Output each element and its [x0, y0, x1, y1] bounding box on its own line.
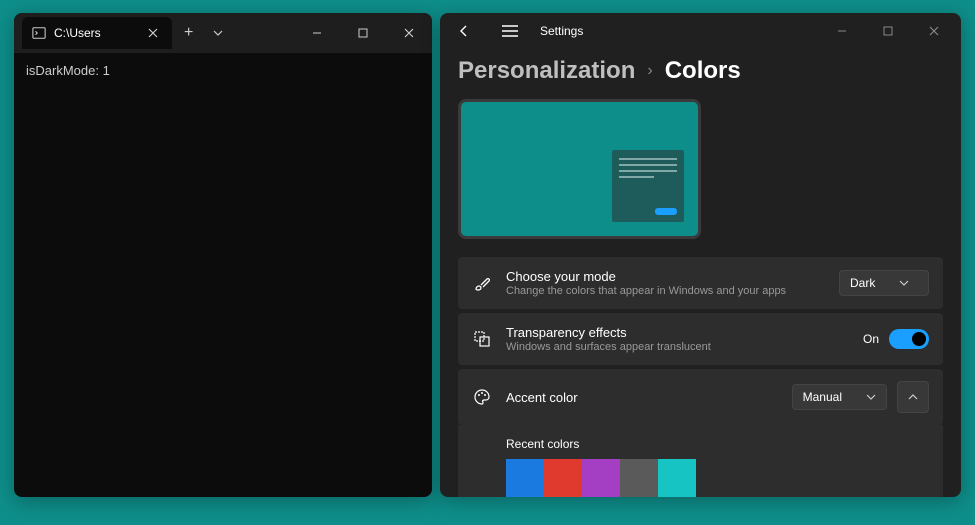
terminal-line: isDarkMode: 1 — [26, 63, 420, 78]
transparency-toggle-state: On — [863, 332, 879, 346]
color-swatch[interactable] — [620, 459, 658, 497]
brush-icon — [472, 273, 492, 293]
accent-dropdown-value: Manual — [803, 390, 842, 404]
terminal-tab-title: C:\Users — [54, 26, 136, 40]
terminal-tab[interactable]: C:\Users — [22, 17, 172, 49]
settings-content: Personalization › Colors Choose your mod… — [440, 49, 961, 497]
tab-dropdown-button[interactable] — [205, 28, 231, 39]
settings-app-title: Settings — [540, 24, 583, 38]
breadcrumb-parent[interactable]: Personalization — [458, 57, 635, 85]
accent-expanded-section: Recent colors — [458, 425, 943, 497]
accent-color-row[interactable]: Accent color Manual — [458, 369, 943, 425]
choose-mode-desc: Change the colors that appear in Windows… — [506, 285, 825, 297]
breadcrumb: Personalization › Colors — [458, 57, 943, 85]
minimize-button[interactable] — [294, 13, 340, 53]
toggle-knob — [912, 332, 926, 346]
color-swatch[interactable] — [506, 459, 544, 497]
terminal-output[interactable]: isDarkMode: 1 — [14, 53, 432, 88]
color-swatch[interactable] — [582, 459, 620, 497]
color-preview-thumbnail — [458, 99, 701, 239]
settings-titlebar: Settings — [440, 13, 961, 49]
close-button[interactable] — [386, 13, 432, 53]
transparency-icon — [472, 329, 492, 349]
settings-window-controls — [819, 13, 957, 49]
back-button[interactable] — [444, 13, 484, 49]
tab-close-button[interactable] — [144, 25, 162, 41]
terminal-icon — [32, 26, 46, 40]
choose-mode-row[interactable]: Choose your mode Change the colors that … — [458, 257, 943, 309]
hamburger-menu-button[interactable] — [490, 13, 530, 49]
settings-window: Settings Personalization › Colors — [440, 13, 961, 497]
chevron-down-icon — [899, 278, 909, 288]
terminal-titlebar: C:\Users + — [14, 13, 432, 53]
accent-color-label: Accent color — [506, 390, 778, 405]
color-swatch[interactable] — [544, 459, 582, 497]
breadcrumb-current: Colors — [665, 57, 741, 85]
close-button[interactable] — [911, 13, 957, 49]
expand-collapse-button[interactable] — [897, 381, 929, 413]
transparency-toggle[interactable] — [889, 329, 929, 349]
terminal-window-controls — [294, 13, 432, 53]
mode-dropdown-value: Dark — [850, 276, 875, 290]
terminal-window: C:\Users + isDarkMode: 1 — [14, 13, 432, 497]
preview-window-mini — [612, 150, 684, 222]
recent-colors-label: Recent colors — [506, 437, 895, 451]
choose-mode-label: Choose your mode — [506, 269, 825, 284]
new-tab-button[interactable]: + — [172, 24, 205, 42]
maximize-button[interactable] — [340, 13, 386, 53]
accent-dropdown[interactable]: Manual — [792, 384, 887, 410]
transparency-desc: Windows and surfaces appear translucent — [506, 341, 849, 353]
chevron-right-icon: › — [647, 62, 652, 80]
color-swatch[interactable] — [658, 459, 696, 497]
chevron-down-icon — [866, 392, 876, 402]
transparency-row[interactable]: Transparency effects Windows and surface… — [458, 313, 943, 365]
transparency-label: Transparency effects — [506, 325, 849, 340]
maximize-button[interactable] — [865, 13, 911, 49]
mode-dropdown[interactable]: Dark — [839, 270, 929, 296]
minimize-button[interactable] — [819, 13, 865, 49]
palette-icon — [472, 387, 492, 407]
recent-colors-row — [506, 459, 895, 497]
